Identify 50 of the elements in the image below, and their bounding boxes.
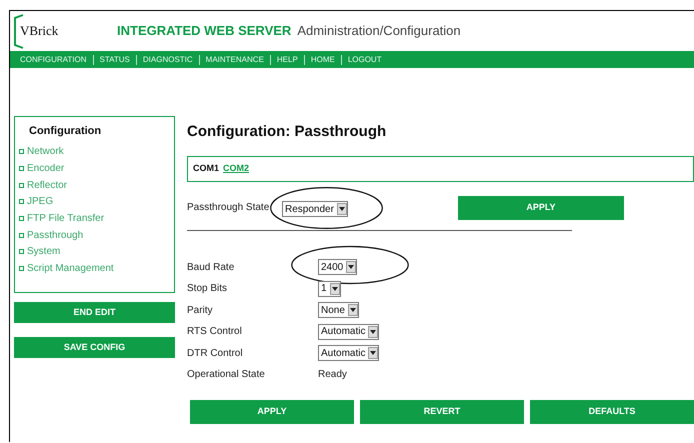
sidebar-link[interactable]: Script Management: [27, 261, 114, 276]
port-tab[interactable]: COM1: [193, 162, 220, 176]
page-subtitle: Administration/Configuration: [297, 22, 461, 40]
nav-link[interactable]: MAINTENANCE: [198, 54, 270, 64]
bullet-icon: [19, 149, 24, 154]
logo: VBrick: [20, 22, 58, 40]
sidebar-link[interactable]: Reflector: [27, 178, 68, 193]
bullet-icon: [19, 166, 24, 172]
sidebar-button[interactable]: SAVE CONFIG: [14, 337, 175, 358]
bullet-icon: [19, 249, 24, 254]
bullet-icon: [19, 199, 24, 204]
nav-link[interactable]: HOME: [304, 54, 341, 64]
field-value: Ready: [318, 368, 347, 382]
app-title: INTEGRATED WEB SERVER: [117, 22, 292, 40]
sidebar-button[interactable]: END EDIT: [14, 302, 175, 323]
nav-link[interactable]: STATUS: [92, 54, 136, 64]
bullet-icon: [19, 182, 24, 188]
bullet-icon: [19, 232, 24, 238]
field-label: DTR Control: [187, 346, 244, 361]
nav-link[interactable]: CONFIGURATION: [14, 54, 93, 64]
dropdown[interactable]: Automatic: [318, 345, 380, 362]
nav-link[interactable]: HELP: [270, 54, 304, 64]
nav-link[interactable]: DIAGNOSTIC: [136, 54, 199, 64]
action-button[interactable]: REVERT: [360, 400, 524, 424]
sidebar-link[interactable]: FTP File Transfer: [27, 211, 104, 226]
action-button[interactable]: DEFAULTS: [530, 400, 694, 424]
sidebar-title: Configuration: [29, 124, 102, 139]
field-label: Operational State: [187, 368, 266, 382]
port-tab[interactable]: COM2: [223, 162, 250, 176]
action-button[interactable]: APPLY: [190, 400, 354, 424]
nav-link[interactable]: LOGOUT: [340, 54, 388, 64]
field-label: Baud Rate: [187, 260, 236, 275]
sidebar-link[interactable]: Encoder: [27, 161, 64, 176]
dropdown[interactable]: Automatic: [318, 324, 380, 340]
field-label: Passthrough State: [187, 201, 270, 215]
dropdown[interactable]: 1: [318, 280, 341, 297]
field-label: Parity: [187, 304, 214, 318]
dropdown[interactable]: None: [318, 302, 359, 318]
field-label: Stop Bits: [187, 282, 228, 296]
field-label: RTS Control: [187, 325, 243, 340]
bullet-icon: [19, 216, 24, 222]
sidebar-link[interactable]: Network: [27, 144, 64, 160]
apply-button[interactable]: APPLY: [458, 196, 624, 220]
sidebar-link[interactable]: System: [27, 244, 60, 260]
dropdown[interactable]: Responder: [282, 201, 348, 217]
bullet-icon: [19, 266, 24, 272]
page-title: Configuration: Passthrough: [187, 122, 388, 142]
sidebar-link[interactable]: JPEG: [27, 194, 54, 210]
sidebar-link[interactable]: Passthrough: [27, 228, 84, 243]
dropdown[interactable]: 2400: [318, 259, 358, 276]
